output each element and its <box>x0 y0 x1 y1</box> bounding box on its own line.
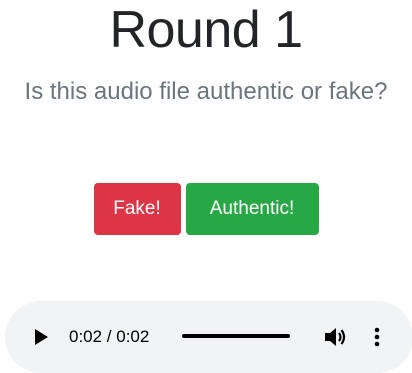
audio-player: 0:02 / 0:02 <box>5 301 412 373</box>
progress-track[interactable] <box>182 334 290 338</box>
page-title: Round 1 <box>109 1 303 59</box>
volume-icon[interactable] <box>323 326 347 348</box>
play-icon[interactable] <box>35 329 48 345</box>
answer-buttons: Fake! Authentic! <box>0 183 412 235</box>
page: Round 1 Is this audio file authentic or … <box>0 0 412 373</box>
page-subtitle: Is this audio file authentic or fake? <box>24 78 388 105</box>
authentic-button[interactable]: Authentic! <box>185 183 319 235</box>
time-display: 0:02 / 0:02 <box>69 327 150 346</box>
fake-button[interactable]: Fake! <box>93 183 181 235</box>
more-vert-icon[interactable] <box>369 325 385 349</box>
